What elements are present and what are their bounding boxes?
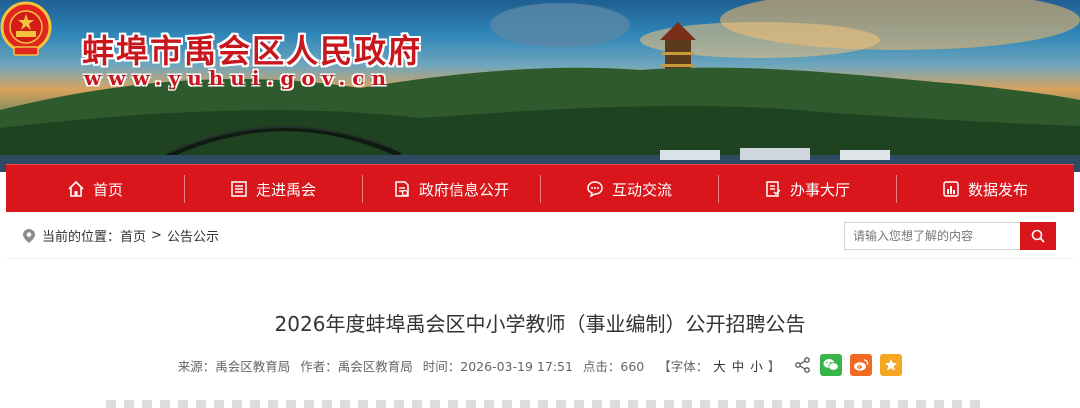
breadcrumb: 当前的位置： 首页 > 公告公示 [22, 226, 219, 245]
meta-time: 时间：2026-03-19 17:51 [422, 358, 573, 374]
nav-item-interaction[interactable]: 互动交流 [540, 165, 718, 213]
article-meta: 来源：禹会区教育局 作者：禹会区教育局 时间：2026-03-19 17:51 … [6, 354, 1074, 376]
bar-chart-icon [943, 181, 959, 197]
meta-source: 来源：禹会区教育局 [177, 358, 291, 374]
breadcrumb-link-announcements[interactable]: 公告公示 [167, 226, 219, 245]
breadcrumb-separator: > [151, 228, 162, 243]
article-title: 2026年度蚌埠禹会区中小学教师（事业编制）公开招聘公告 [274, 312, 806, 336]
share-icon[interactable] [794, 356, 812, 374]
font-size-small[interactable]: 小 [750, 359, 763, 374]
font-size-large[interactable]: 大 [713, 359, 726, 374]
meta-clicks: 点击：660 [582, 358, 645, 374]
breadcrumb-link-home[interactable]: 首页 [120, 226, 146, 245]
search-button[interactable] [1020, 222, 1056, 250]
breadcrumb-prefix: 当前的位置： [42, 230, 121, 245]
document-icon [395, 181, 409, 197]
article-body-cutoff [106, 400, 986, 408]
home-icon [68, 180, 84, 197]
header-banner: 蚌埠市禹会区人民政府 www.yuhui.gov.cn [0, 0, 1080, 172]
nav-item-data-release[interactable]: 数据发布 [896, 165, 1074, 213]
nav-item-gov-info-disclosure[interactable]: 政府信息公开 [362, 165, 540, 213]
nav-item-label: 首页 [92, 180, 123, 199]
font-size-switcher: 【字体： 大 中 小 】 [658, 356, 780, 375]
breadcrumb-bar: 当前的位置： 首页 > 公告公示 [6, 212, 1074, 259]
main-navigation: 首页 走进禹会 政府信息公开 互动交流 办事大厅 数据发布 [6, 164, 1074, 213]
search-input[interactable] [844, 222, 1020, 250]
wechat-share-icon[interactable] [820, 354, 843, 376]
font-size-suffix: 】 [767, 358, 781, 374]
favorite-star-icon[interactable] [880, 354, 903, 376]
search-icon [1031, 229, 1045, 243]
search-box [844, 222, 1058, 250]
nav-item-home[interactable]: 首页 [6, 165, 184, 213]
location-pin-icon [23, 228, 35, 243]
meta-author: 作者：禹会区教育局 [300, 358, 413, 374]
list-icon [231, 181, 247, 197]
service-document-icon [766, 181, 781, 197]
font-size-prefix: 【字体： [658, 358, 709, 374]
share-bar [794, 354, 903, 376]
nav-item-label: 互动交流 [611, 180, 672, 199]
nav-item-label: 办事大厅 [789, 180, 850, 199]
nav-item-label: 政府信息公开 [418, 180, 509, 199]
weibo-share-icon[interactable] [850, 354, 873, 376]
national-emblem-logo [0, 1, 52, 56]
nav-item-about-yuhui[interactable]: 走进禹会 [184, 165, 362, 213]
site-url: www.yuhui.gov.cn [84, 66, 394, 90]
nav-item-service-hall[interactable]: 办事大厅 [718, 165, 896, 213]
font-size-medium[interactable]: 中 [732, 359, 745, 374]
content-panel: 当前的位置： 首页 > 公告公示 2026年度蚌埠禹会区中小学教师（事业编制）公… [6, 212, 1074, 408]
nav-item-label: 走进禹会 [255, 180, 316, 199]
chat-icon [587, 181, 603, 198]
nav-item-label: 数据发布 [967, 180, 1028, 199]
